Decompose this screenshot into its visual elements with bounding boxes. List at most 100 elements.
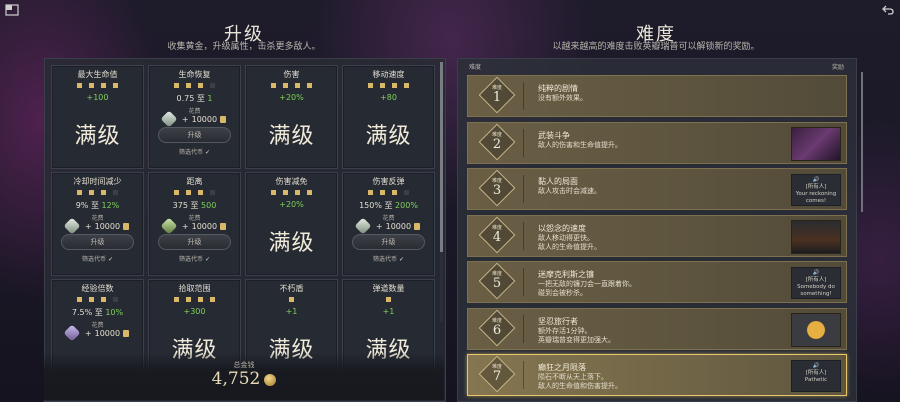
level-pip	[101, 190, 106, 195]
cost-amount: 10000	[385, 221, 412, 231]
level-pip	[392, 190, 397, 195]
difficulty-badge: 难度 3	[478, 169, 516, 207]
voice-line-text: comes!	[805, 198, 827, 204]
voice-line-text: [所有人]	[805, 370, 827, 376]
difficulty-row[interactable]: 难度 5 迷摩克利斯之镰 一把无敌的镰刀会一直跟着你。 碰到会被秒杀。 🔊 [所有人] Som…	[467, 261, 847, 303]
upgrade-card[interactable]: 伤害减免 +20% 满级	[245, 172, 338, 276]
upgrade-button[interactable]: 升级	[61, 234, 134, 250]
max-level-label: 满级	[74, 124, 121, 149]
level-pips	[343, 190, 434, 195]
voice-line-reward: 🔊 [所有人] Pathetic	[791, 360, 841, 392]
difficulty-badge: 难度 7	[478, 355, 516, 393]
back-arrow-icon[interactable]	[880, 4, 896, 18]
filter-tokens-toggle[interactable]: 筛选代币 ✓	[149, 254, 240, 263]
to-label: 至	[384, 201, 393, 210]
level-pip	[186, 297, 191, 302]
current-value: 150%	[359, 201, 382, 210]
level-pip	[307, 83, 312, 88]
difficulty-row[interactable]: 难度 7 癫狂之月陨落 陨石不断从天上落下。 敌人的生命值和伤害提升。 🔊 [所有人] Pat…	[467, 354, 847, 396]
divider	[523, 128, 524, 157]
upgrade-card[interactable]: 冷却时间减少 9% 至 12% 花费 +10000 升级 筛选代币 ✓	[51, 172, 144, 276]
upgrade-card[interactable]: 距离 375 至 500 花费 +10000 升级 筛选代币 ✓	[148, 172, 241, 276]
next-value: 10%	[105, 308, 124, 317]
difficulty-row[interactable]: 难度 1 纯粹的剧情 没有额外效果。	[467, 75, 847, 117]
upgrade-value: +1	[382, 307, 395, 316]
difficulty-number: 3	[492, 183, 502, 198]
difficulty-number: 6	[492, 322, 502, 338]
level-pip	[210, 190, 215, 195]
difficulty-row[interactable]: 难度 3 黏人的局面 敌人攻击时会减速。 🔊 [所有人] Your reckoning com…	[467, 168, 847, 210]
next-value: 1	[207, 94, 213, 103]
difficulty-name: 以怨念的速度	[538, 223, 586, 233]
description-line: 敌人的生命值提升。	[538, 242, 601, 251]
description-line: 陨石不断从天上落下。	[538, 373, 608, 381]
level-pip	[283, 83, 288, 88]
upgrade-card[interactable]: 移动速度 +80 满级	[342, 65, 435, 169]
filter-label: 筛选代币	[81, 256, 106, 263]
hero-portrait-icon	[791, 126, 841, 161]
upgrade-value-range: 7.5% 至 10%	[52, 307, 143, 318]
checkmark-icon: ✓	[204, 256, 211, 263]
difficulty-name: 坚忍旅行者	[538, 316, 578, 326]
cost-amount: 10000	[94, 221, 121, 231]
to-label: 至	[94, 308, 103, 317]
upgrade-button[interactable]: 升级	[352, 234, 425, 250]
level-pip	[404, 190, 409, 195]
checkmark-icon: ✓	[204, 149, 211, 156]
difficulty-row[interactable]: 难度 2 武装斗争 敌人的伤害和生命值提升。	[467, 121, 847, 164]
cost-amount: 10000	[94, 328, 121, 338]
difficulty-name: 癫狂之月陨落	[538, 363, 586, 372]
filter-tokens-toggle[interactable]: 筛选代币 ✓	[343, 254, 434, 263]
next-value: 12%	[101, 201, 120, 210]
upgrade-card[interactable]: 最大生命值 +100 满级	[51, 65, 144, 169]
level-pip	[307, 190, 312, 195]
level-pips	[246, 297, 337, 302]
difficulty-row[interactable]: 难度 4 以怨念的速度 敌人移动得更快。 敌人的生命值提升。	[467, 214, 847, 257]
to-label: 至	[196, 94, 205, 103]
current-value: 7.5%	[71, 308, 93, 317]
voice-line-text: Your reckoning	[795, 191, 837, 197]
upgrade-button[interactable]: 升级	[158, 234, 231, 250]
checkmark-icon: ✓	[398, 256, 405, 263]
level-pip	[210, 83, 215, 88]
checkmark-icon: ✓	[107, 256, 114, 263]
upgrade-card[interactable]: 伤害 +20% 满级	[245, 65, 338, 169]
upgrade-card[interactable]: 伤害反弹 150% 至 200% 花费 +10000 升级 筛选代币 ✓	[342, 172, 435, 276]
upgrade-button[interactable]: 升级	[158, 127, 231, 143]
level-pips	[149, 190, 240, 195]
difficulty-scrollbar[interactable]	[861, 72, 863, 212]
description-line: 英瓣瑞普变得更加强大。	[538, 335, 615, 344]
difficulty-badge: 难度 1	[478, 76, 516, 114]
difficulty-row[interactable]: 难度 6 坚忍旅行者 额外存活1分钟。 英瓣瑞普变得更加强大。	[467, 307, 847, 350]
upgrade-panel: 最大生命值 +100 满级 生命恢复 0.75 至 1 花费 +10000 升级 筛选代币 ✓ 伤害…	[44, 58, 446, 402]
window-icon[interactable]	[4, 4, 20, 18]
gold-icon	[220, 222, 227, 230]
difficulty-number: 7	[492, 369, 502, 384]
cost-row: +10000	[149, 110, 240, 128]
description-line: 敌人攻击时会减速。	[538, 187, 601, 195]
next-value: 200%	[395, 201, 418, 210]
level-pip	[174, 297, 179, 302]
gold-coins-icon	[264, 373, 277, 386]
level-pip	[210, 297, 215, 302]
level-pip	[77, 190, 82, 195]
upgrade-name: 伤害	[283, 70, 300, 79]
upgrade-value: +100	[86, 93, 109, 102]
upgrade-card[interactable]: 生命恢复 0.75 至 1 花费 +10000 升级 筛选代币 ✓	[148, 65, 241, 169]
upgrade-name: 生命恢复	[178, 70, 211, 79]
upgrade-name: 冷却时间减少	[73, 177, 122, 186]
filter-label: 筛选代币	[178, 256, 203, 263]
level-pip	[113, 297, 118, 302]
difficulty-panel: 难度 奖励 难度 1 纯粹的剧情 没有额外效果。 难度 2 武装斗争 敌人的伤害和生命值提升。…	[457, 58, 857, 402]
level-pip	[198, 297, 203, 302]
level-pips	[246, 83, 337, 88]
level-pip	[174, 190, 179, 195]
level-pip	[289, 297, 294, 302]
token-gem-icon	[63, 217, 81, 235]
filter-tokens-toggle[interactable]: 筛选代币 ✓	[52, 254, 143, 263]
filter-tokens-toggle[interactable]: 筛选代币 ✓	[149, 147, 240, 156]
upgrade-scrollbar-thumb[interactable]	[440, 62, 443, 252]
plus-sign: +	[181, 114, 189, 124]
voice-line-reward: 🔊 [所有人] Somebody do something!	[791, 267, 841, 299]
gold-icon	[123, 222, 130, 230]
